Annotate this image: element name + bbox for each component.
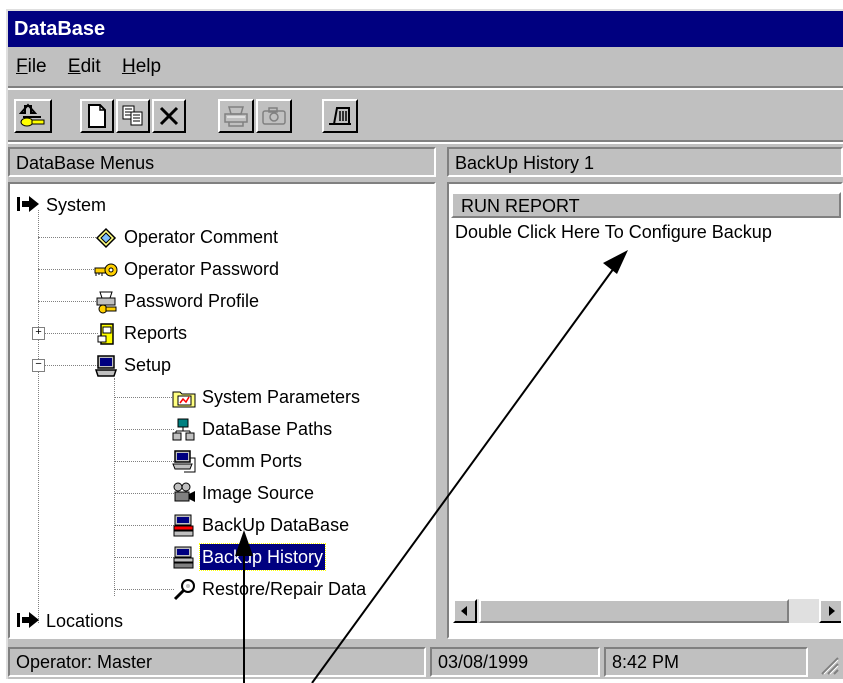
arrow-right-icon bbox=[16, 610, 39, 632]
setup-expander[interactable]: − bbox=[32, 359, 45, 372]
tree-line bbox=[38, 365, 98, 366]
menu-edit-rest: dit bbox=[80, 56, 101, 77]
menu-tree[interactable]: + − System Operator Comment Operator Pas… bbox=[8, 182, 436, 639]
tree-line-root bbox=[38, 210, 39, 623]
backup-icon bbox=[172, 514, 194, 537]
reports-icon bbox=[94, 322, 116, 345]
status-date: 03/08/1999 bbox=[430, 647, 600, 677]
title-bar[interactable]: DataBase bbox=[8, 11, 843, 47]
column-header-run-report[interactable]: RUN REPORT bbox=[451, 192, 841, 218]
menu-file-accel: F bbox=[16, 56, 28, 77]
tree-label-reports: Reports bbox=[124, 323, 188, 343]
tree-label-locations: Locations bbox=[46, 611, 124, 631]
pencil-icon bbox=[94, 226, 117, 249]
key-icon bbox=[94, 258, 118, 280]
scroll-left-button[interactable] bbox=[453, 599, 477, 623]
delete-x-icon bbox=[158, 105, 180, 127]
grid-cell-text: Double Click Here To Configure Backup bbox=[455, 222, 772, 242]
reports-expander[interactable]: + bbox=[32, 327, 45, 340]
status-time-text: 8:42 PM bbox=[612, 652, 680, 672]
tree-label-restore-repair: Restore/Repair Data bbox=[202, 579, 367, 599]
tree-label-comm-ports: Comm Ports bbox=[202, 451, 303, 471]
menu-edit-accel: E bbox=[67, 56, 81, 77]
status-time: 8:42 PM bbox=[604, 647, 808, 677]
tree-line bbox=[114, 589, 174, 590]
tree-line bbox=[114, 525, 174, 526]
menu-help[interactable]: Help bbox=[122, 50, 161, 84]
tree-line bbox=[114, 493, 174, 494]
column-header-label: RUN REPORT bbox=[461, 196, 580, 216]
tree-line bbox=[114, 397, 174, 398]
camera-button[interactable] bbox=[256, 99, 292, 133]
camera-icon bbox=[261, 106, 287, 126]
copy-button[interactable] bbox=[116, 99, 150, 133]
exit-button[interactable] bbox=[322, 99, 358, 133]
folder-chart-icon bbox=[172, 386, 196, 408]
menu-file-rest: ile bbox=[27, 56, 47, 77]
scroll-thumb[interactable] bbox=[479, 599, 789, 623]
left-panel-title: DataBase Menus bbox=[16, 153, 155, 173]
backup-history-grid[interactable]: RUN REPORT Double Click Here To Configur… bbox=[447, 182, 843, 639]
new-button[interactable] bbox=[80, 99, 114, 133]
arrow-left-icon bbox=[461, 606, 467, 616]
tree-line bbox=[38, 333, 98, 334]
tree-label-setup: Setup bbox=[124, 355, 172, 375]
right-panel-title: BackUp History 1 bbox=[455, 153, 595, 173]
tree-label-operator-password: Operator Password bbox=[124, 259, 280, 279]
left-panel-header: DataBase Menus bbox=[8, 147, 436, 177]
network-icon bbox=[172, 418, 195, 441]
wrench-icon bbox=[172, 578, 195, 601]
tree-label-system: System bbox=[46, 195, 107, 215]
copy-icon bbox=[122, 105, 144, 127]
tree-line bbox=[38, 237, 98, 238]
tree-line bbox=[114, 461, 174, 462]
status-operator-text: Operator: Master bbox=[16, 652, 153, 672]
backup-history-icon bbox=[172, 546, 194, 569]
exit-key-icon bbox=[19, 103, 47, 129]
comm-port-icon bbox=[172, 450, 196, 473]
computer-icon bbox=[94, 354, 118, 377]
delete-button[interactable] bbox=[152, 99, 186, 133]
tree-label-backup-history: Backup History bbox=[198, 543, 327, 571]
tree-line bbox=[38, 301, 98, 302]
menu-help-rest: elp bbox=[135, 56, 162, 77]
menu-file[interactable]: File bbox=[16, 50, 47, 84]
new-document-icon bbox=[87, 104, 107, 128]
tree-label-system-parameters: System Parameters bbox=[202, 387, 361, 407]
exit-key-button[interactable] bbox=[14, 99, 52, 133]
tree-line-setup bbox=[114, 378, 115, 596]
size-grip-icon bbox=[821, 657, 839, 675]
grid-cell-configure-backup[interactable]: Double Click Here To Configure Backup bbox=[455, 220, 772, 244]
size-grip[interactable] bbox=[812, 648, 840, 676]
exit-door-icon bbox=[327, 105, 353, 127]
app-window: DataBase File Edit Help DataBase Menus +… bbox=[0, 0, 843, 683]
tree-line bbox=[38, 269, 98, 270]
menu-edit[interactable]: Edit bbox=[68, 50, 101, 84]
tree-label-backup-database: BackUp DataBase bbox=[202, 515, 350, 535]
toolbar-separator bbox=[8, 140, 843, 144]
tree-line bbox=[114, 429, 174, 430]
tree-label-image-source: Image Source bbox=[202, 483, 315, 503]
status-date-text: 03/08/1999 bbox=[438, 652, 529, 672]
scroll-right-button[interactable] bbox=[819, 599, 841, 623]
tree-label-password-profile: Password Profile bbox=[124, 291, 260, 311]
video-camera-icon bbox=[172, 482, 195, 504]
status-operator: Operator: Master bbox=[8, 647, 426, 677]
arrow-right-small-icon bbox=[829, 606, 835, 616]
key-printer-icon bbox=[94, 290, 117, 314]
tree-label-database-paths: DataBase Paths bbox=[202, 419, 333, 439]
arrow-right-icon bbox=[16, 194, 39, 216]
toolbar bbox=[8, 93, 843, 137]
print-button[interactable] bbox=[218, 99, 254, 133]
right-panel-header: BackUp History 1 bbox=[447, 147, 843, 177]
menu-help-accel: H bbox=[121, 56, 136, 77]
menu-bar: File Edit Help bbox=[8, 50, 843, 84]
window-title: DataBase bbox=[14, 18, 106, 40]
horizontal-scrollbar[interactable] bbox=[453, 599, 841, 623]
menu-separator bbox=[8, 86, 843, 90]
tree-label-operator-comment: Operator Comment bbox=[124, 227, 279, 247]
print-icon bbox=[223, 105, 249, 127]
tree-line bbox=[114, 557, 174, 558]
